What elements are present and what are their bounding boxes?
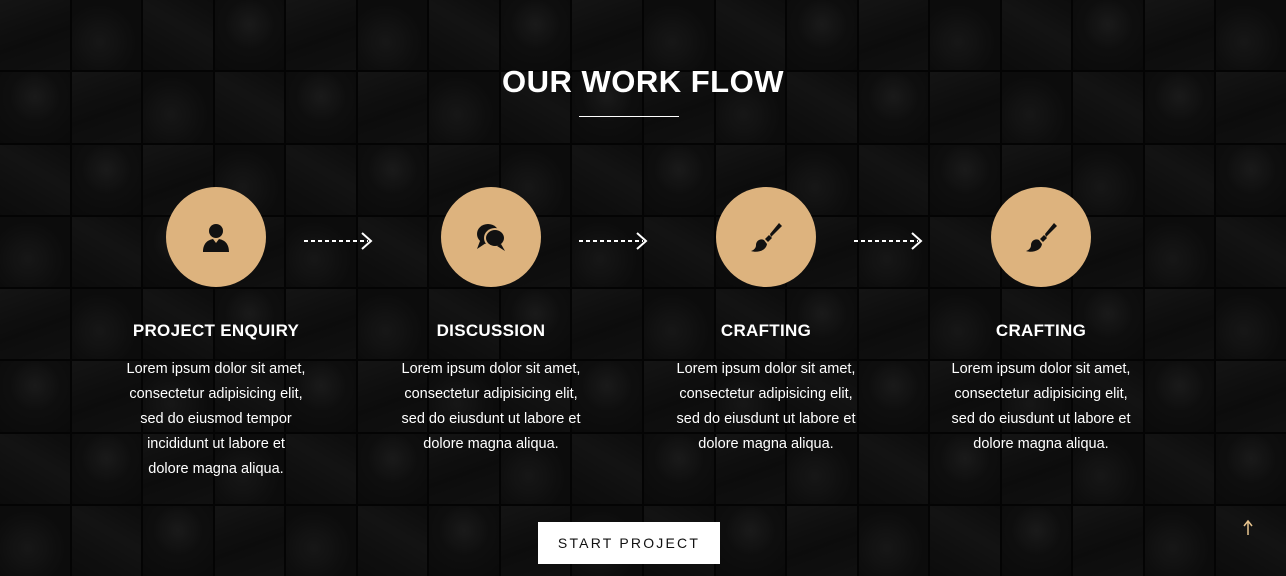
step-title: PROJECT ENQUIRY xyxy=(132,321,300,340)
step-discussion: DISCUSSION Lorem ipsum dolor sit amet, c… xyxy=(396,187,586,457)
step-description: Lorem ipsum dolor sit amet, consectetur … xyxy=(951,361,1131,452)
dashed-arrow-icon xyxy=(304,232,373,250)
dashed-arrow-icon xyxy=(579,232,648,250)
step-icon-circle xyxy=(991,187,1091,287)
scroll-to-top-button[interactable] xyxy=(1236,516,1260,540)
step-description: Lorem ipsum dolor sit amet, consectetur … xyxy=(401,361,581,452)
start-project-button[interactable]: START PROJECT xyxy=(538,522,720,564)
arrow-up-icon xyxy=(1243,519,1253,535)
user-icon xyxy=(203,224,229,252)
step-project-enquiry: PROJECT ENQUIRY Lorem ipsum dolor sit am… xyxy=(121,187,311,482)
section-title: OUR WORK FLOW xyxy=(501,64,784,99)
step-crafting: CRAFTING Lorem ipsum dolor sit amet, con… xyxy=(671,187,861,457)
step-icon-circle xyxy=(716,187,816,287)
workflow-content: OUR WORK FLOW PROJECT ENQUIRY Lorem ipsu… xyxy=(0,0,1286,576)
title-divider xyxy=(579,116,679,117)
step-crafting-2: CRAFTING Lorem ipsum dolor sit amet, con… xyxy=(946,187,1136,457)
workflow-section: OUR WORK FLOW PROJECT ENQUIRY Lorem ipsu… xyxy=(0,0,1286,576)
dashed-arrow-icon xyxy=(854,232,923,250)
step-description: Lorem ipsum dolor sit amet, consectetur … xyxy=(676,361,856,452)
step-title: CRAFTING xyxy=(720,321,812,340)
step-title: DISCUSSION xyxy=(436,321,546,340)
chat-bubbles-icon xyxy=(477,224,506,251)
step-description: Lorem ipsum dolor sit amet, consectetur … xyxy=(126,361,306,477)
paintbrush-icon xyxy=(1026,223,1057,252)
step-icon-circle xyxy=(166,187,266,287)
paintbrush-icon xyxy=(751,223,782,252)
step-title: CRAFTING xyxy=(995,321,1087,340)
step-icon-circle xyxy=(441,187,541,287)
